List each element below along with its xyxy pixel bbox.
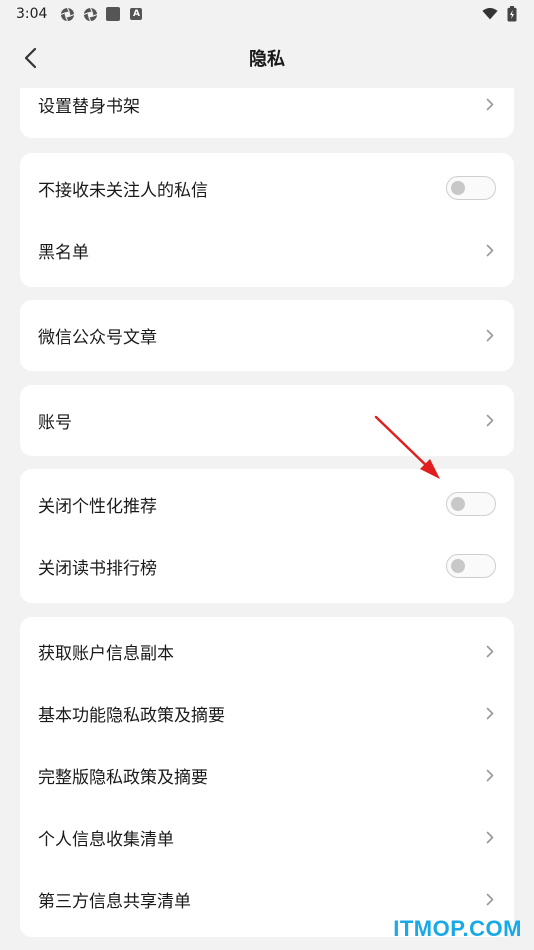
chevron-right-icon (484, 414, 496, 428)
setting-row-account-info-copy[interactable]: 获取账户信息副本 (20, 620, 514, 682)
reading-ranking-toggle[interactable] (446, 554, 496, 578)
setting-row-basic-privacy-policy[interactable]: 基本功能隐私政策及摘要 (20, 682, 514, 744)
row-label: 账号 (38, 413, 72, 433)
row-label: 微信公众号文章 (38, 328, 157, 348)
battery-icon (504, 6, 520, 22)
row-label: 黑名单 (38, 242, 89, 263)
personalized-recommendation-toggle[interactable] (446, 492, 496, 516)
setting-row-wechat-articles[interactable]: 微信公众号文章 (20, 300, 514, 371)
chevron-right-icon (484, 644, 496, 658)
row-label: 关闭读书排行榜 (38, 558, 157, 579)
chevron-right-icon (484, 830, 496, 844)
policy-section: 获取账户信息副本 基本功能隐私政策及摘要 完整版隐私政策及摘要 个人信息收集清单… (20, 617, 514, 937)
wifi-icon (482, 6, 498, 22)
notification-icons: A (59, 6, 144, 22)
setting-row-full-privacy-policy[interactable]: 完整版隐私政策及摘要 (20, 744, 514, 806)
aperture-icon (59, 6, 75, 22)
row-label: 不接收未关注人的私信 (38, 180, 208, 201)
toggle-knob (451, 559, 465, 573)
chevron-right-icon (484, 97, 496, 111)
setting-row-account[interactable]: 账号 (20, 385, 514, 456)
status-time: 3:04 (16, 6, 48, 22)
back-button[interactable] (14, 42, 46, 74)
row-label: 设置替身书架 (38, 96, 140, 117)
setting-row-blacklist[interactable]: 黑名单 (20, 219, 514, 281)
toggle-knob (451, 181, 465, 195)
chevron-left-icon (24, 47, 37, 69)
system-icons (482, 6, 520, 22)
privacy-settings-screen: 3:04 A 隐私 设置替身书架 不接收未关注人的私信 黑名单 微信公众号文章 … (0, 0, 534, 950)
row-label: 基本功能隐私政策及摘要 (38, 705, 225, 726)
aperture-icon (82, 6, 98, 22)
row-label: 关闭个性化推荐 (38, 496, 157, 517)
chevron-right-icon (484, 329, 496, 343)
account-section: 账号 (20, 385, 514, 456)
row-label: 第三方信息共享清单 (38, 891, 191, 912)
chevron-right-icon (484, 706, 496, 720)
app-a-icon: A (128, 6, 144, 22)
header-overlap-mask (0, 76, 534, 88)
chevron-right-icon (484, 892, 496, 906)
chevron-right-icon (484, 243, 496, 257)
row-label: 完整版隐私政策及摘要 (38, 767, 208, 788)
wechat-section: 微信公众号文章 (20, 300, 514, 371)
private-messages-toggle[interactable] (446, 176, 496, 200)
status-bar: 3:04 A (0, 0, 534, 28)
watermark: ITMOP.COM (393, 916, 522, 941)
setting-row-personalized-recommendation[interactable]: 关闭个性化推荐 (20, 473, 514, 535)
chevron-right-icon (484, 768, 496, 782)
app-square-icon (105, 6, 121, 22)
toggle-knob (451, 497, 465, 511)
messages-section: 不接收未关注人的私信 黑名单 (20, 153, 514, 287)
recommendation-section: 关闭个性化推荐 关闭读书排行榜 (20, 469, 514, 603)
setting-row-block-stranger-messages[interactable]: 不接收未关注人的私信 (20, 157, 514, 219)
row-label: 个人信息收集清单 (38, 829, 174, 850)
row-label: 获取账户信息副本 (38, 643, 174, 664)
page-title: 隐私 (249, 49, 285, 70)
setting-row-personal-info-list[interactable]: 个人信息收集清单 (20, 806, 514, 868)
setting-row-reading-ranking[interactable]: 关闭读书排行榜 (20, 535, 514, 597)
